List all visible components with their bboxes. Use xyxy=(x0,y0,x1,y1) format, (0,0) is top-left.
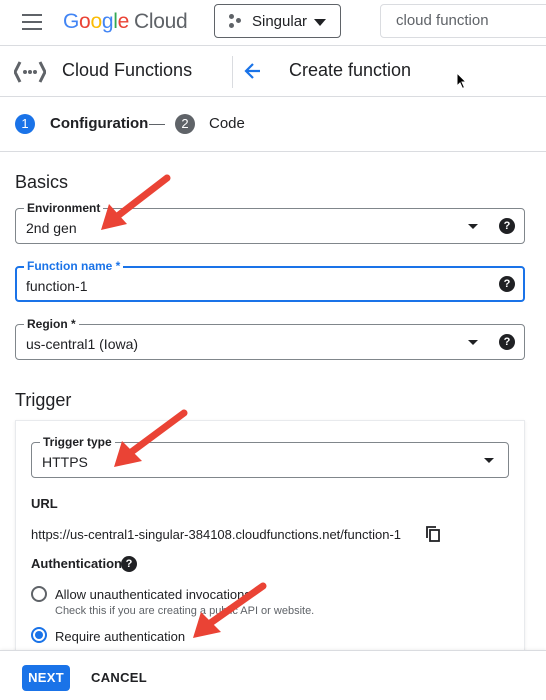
copy-icon[interactable] xyxy=(426,526,440,542)
require-authentication-label[interactable]: Require authentication xyxy=(55,629,185,644)
trigger-heading: Trigger xyxy=(15,390,72,410)
header-divider xyxy=(232,56,233,88)
step-1-number[interactable]: 1 xyxy=(15,114,35,134)
product-title: Cloud Functions xyxy=(62,60,193,80)
trigger-type-select[interactable]: Trigger type HTTPS xyxy=(31,435,509,478)
step-2-number[interactable]: 2 xyxy=(175,114,195,134)
environment-select[interactable]: Environment 2nd gen ? xyxy=(15,201,525,244)
next-button[interactable]: NEXT xyxy=(22,665,70,691)
hamburger-menu-icon[interactable] xyxy=(22,14,42,30)
google-cloud-logo[interactable]: Google Cloud xyxy=(63,10,188,34)
help-icon[interactable]: ? xyxy=(499,218,515,234)
cancel-button[interactable]: CANCEL xyxy=(91,670,147,685)
page-title: Create function xyxy=(289,60,412,80)
trigger-type-value: HTTPS xyxy=(42,454,88,470)
top-bar: Google Cloud Singular cloud function xyxy=(0,0,546,44)
region-label: Region * xyxy=(24,317,79,331)
help-icon[interactable]: ? xyxy=(121,556,137,572)
trigger-type-label: Trigger type xyxy=(40,435,115,449)
chevron-down-icon xyxy=(314,19,326,26)
annotation-arrow-environment xyxy=(101,174,171,230)
logo-product-text: Cloud xyxy=(133,10,188,33)
arrow-back-icon[interactable] xyxy=(243,61,263,81)
step-2-label[interactable]: Code xyxy=(209,115,245,132)
step-1-label[interactable]: Configuration xyxy=(50,115,148,132)
project-selector[interactable]: Singular xyxy=(214,4,341,38)
mouse-cursor-icon xyxy=(456,72,468,90)
google-wordmark: Google xyxy=(63,10,129,33)
action-bar: NEXT CANCEL xyxy=(0,650,546,700)
require-authentication-radio[interactable] xyxy=(31,627,47,643)
function-name-field[interactable]: Function name * function-1 ? xyxy=(15,259,525,302)
help-icon[interactable]: ? xyxy=(499,334,515,350)
chevron-down-icon xyxy=(484,458,494,463)
help-icon[interactable]: ? xyxy=(499,276,515,292)
annotation-arrow-require-authentication xyxy=(193,582,267,638)
environment-label: Environment xyxy=(24,201,104,215)
cloud-functions-icon xyxy=(14,61,46,83)
stepper: 1 Configuration 2 Code xyxy=(0,98,546,152)
region-select[interactable]: Region * us-central1 (Iowa) ? xyxy=(15,317,525,360)
region-value: us-central1 (Iowa) xyxy=(26,336,139,352)
url-heading: URL xyxy=(31,496,58,511)
function-name-value[interactable]: function-1 xyxy=(26,278,87,294)
allow-unauthenticated-radio[interactable] xyxy=(31,586,47,602)
authentication-heading: Authentication xyxy=(31,556,122,571)
environment-value: 2nd gen xyxy=(26,220,77,236)
project-name: Singular xyxy=(252,12,308,30)
search-input[interactable]: cloud function xyxy=(380,4,546,38)
basics-heading: Basics xyxy=(15,172,69,192)
function-name-label: Function name * xyxy=(24,259,124,273)
chevron-down-icon xyxy=(468,224,478,229)
allow-unauthenticated-help: Check this if you are creating a public … xyxy=(55,605,315,617)
step-connector xyxy=(149,124,165,125)
url-value: https://us-central1-singular-384108.clou… xyxy=(31,527,401,542)
annotation-arrow-trigger-type xyxy=(114,409,188,467)
chevron-down-icon xyxy=(468,340,478,345)
project-dots-icon xyxy=(229,14,243,28)
